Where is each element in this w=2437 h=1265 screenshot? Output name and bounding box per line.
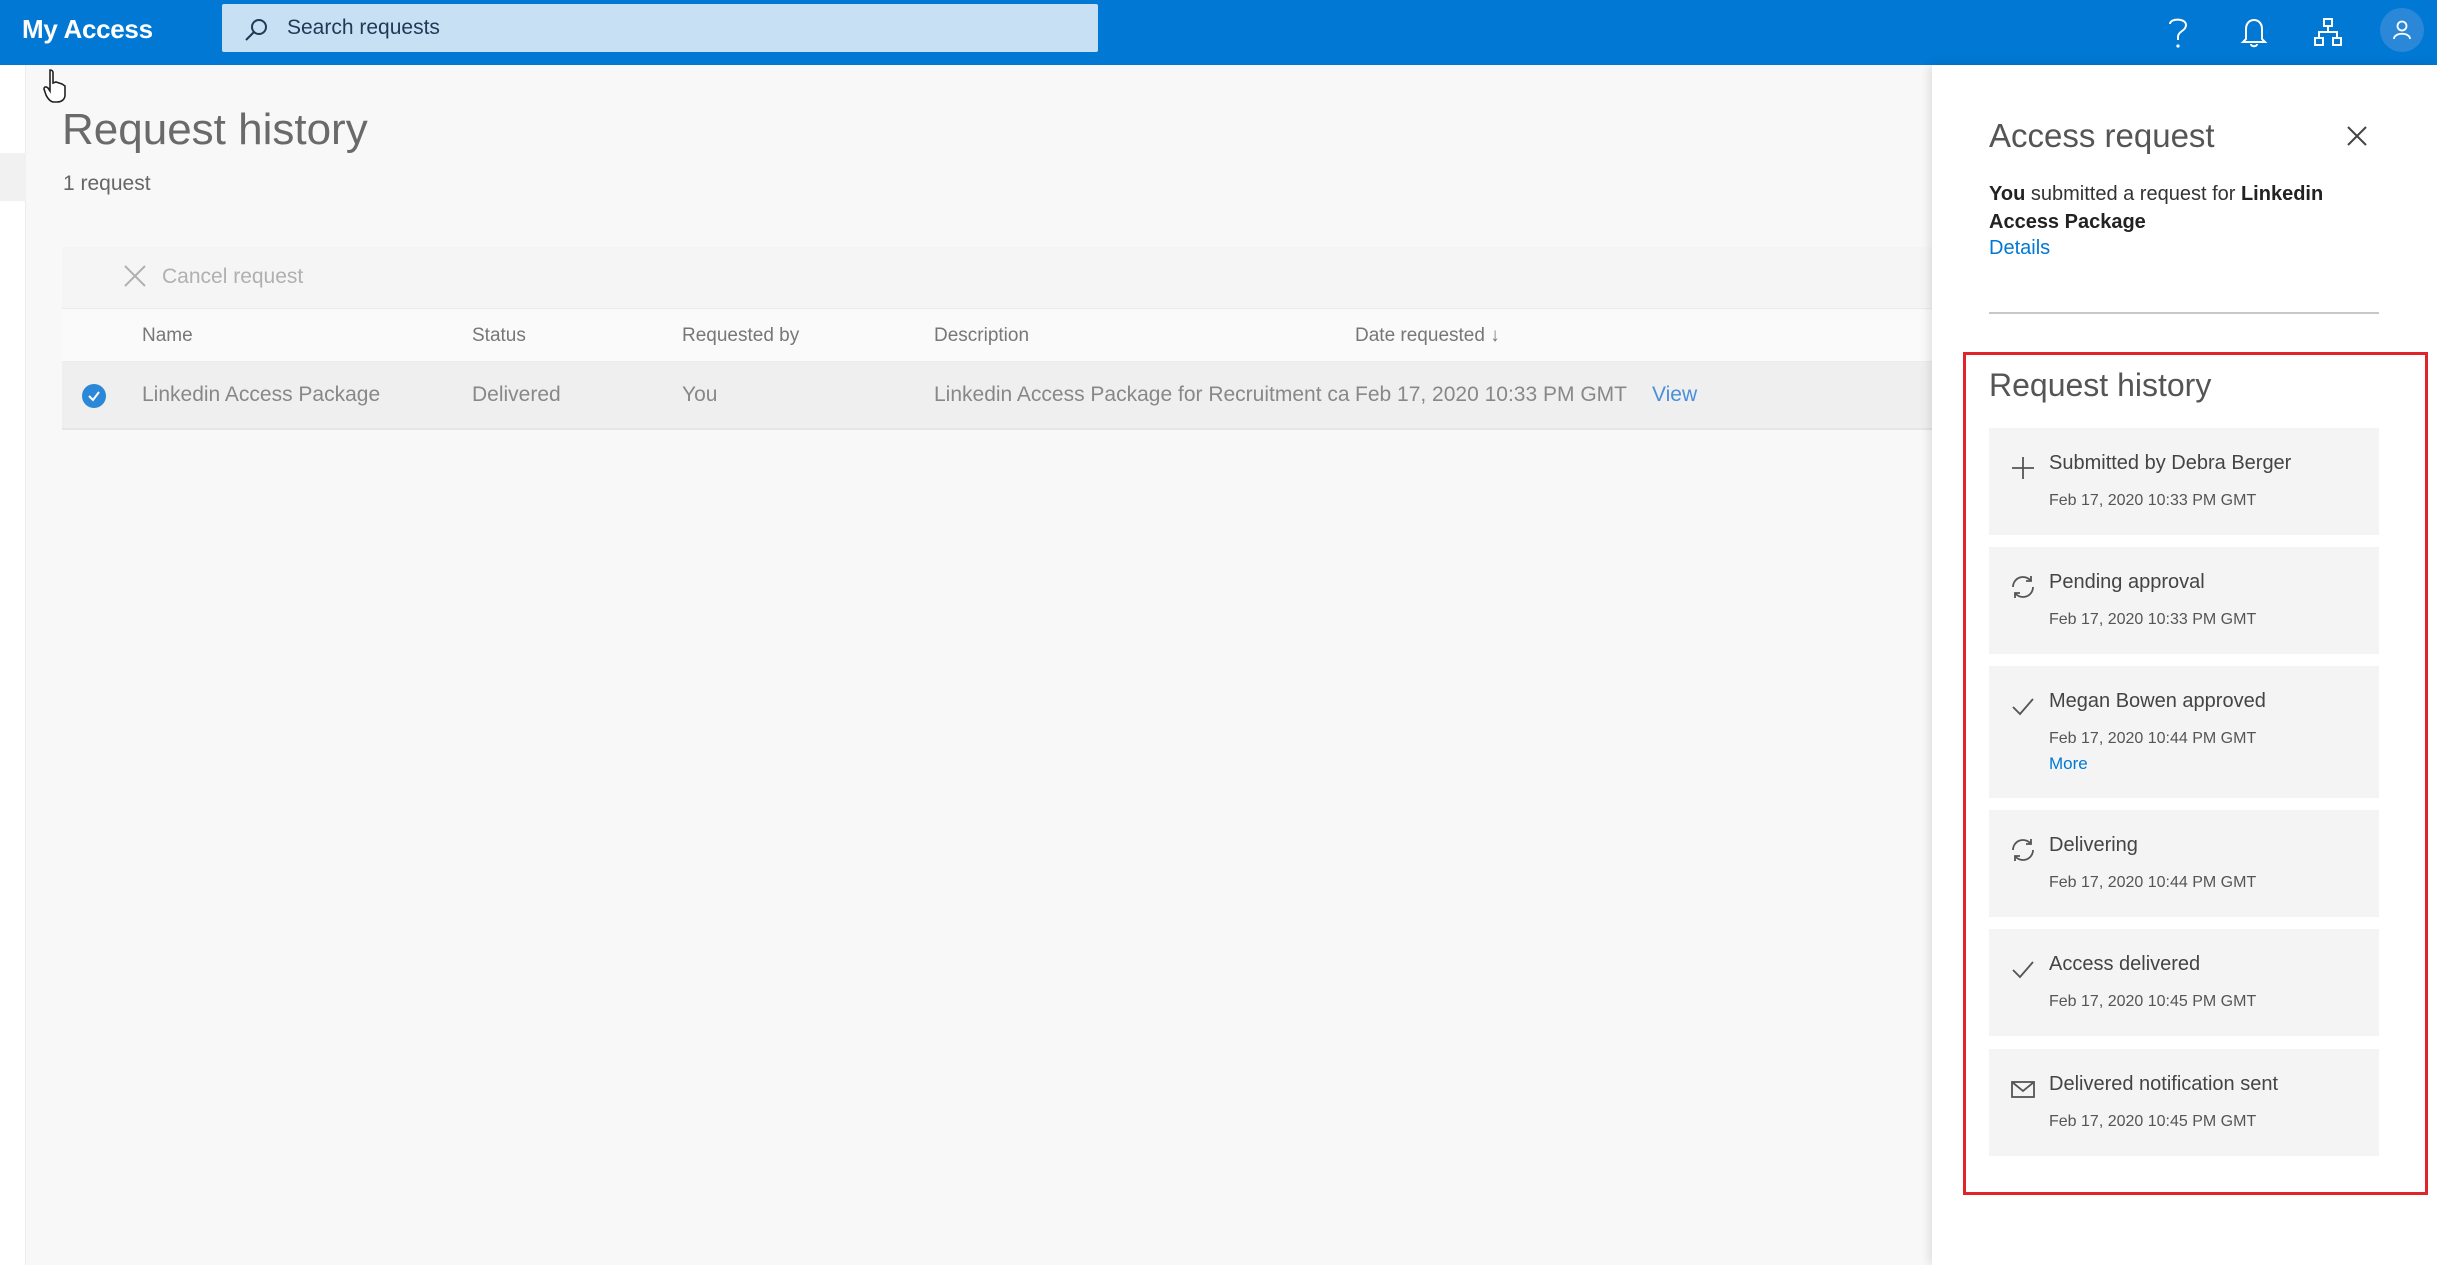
history-time: Feb 17, 2020 10:33 PM GMT [2049,492,2257,509]
history-label: Pending approval [2049,571,2205,593]
sync-icon [2012,576,2034,598]
history-item: Access delivered Feb 17, 2020 10:45 PM G… [1989,929,2379,1036]
org-chart-icon[interactable] [2308,12,2348,52]
history-item: Delivering Feb 17, 2020 10:44 PM GMT [1989,810,2379,917]
column-header-status[interactable]: Status [472,325,526,347]
table-row[interactable]: Linkedin Access Package Delivered You Li… [62,362,1932,430]
history-time: Feb 17, 2020 10:33 PM GMT [2049,611,2257,628]
request-count: 1 request [63,172,151,195]
sync-icon [2012,839,2034,861]
row-selected-check-icon[interactable] [82,384,106,408]
cancel-request-label: Cancel request [162,265,304,288]
cell-description: Linkedin Access Package for Recruitment … [934,383,1350,406]
history-label: Delivering [2049,834,2138,856]
close-icon [124,265,146,287]
details-link[interactable]: Details [1989,237,2050,260]
column-header-date[interactable]: Date requested ↓ [1355,325,1500,347]
cell-date: Feb 17, 2020 10:33 PM GMT [1355,383,1627,406]
desc-requester: You [1989,183,2026,205]
top-bar: My Access Search requests [0,0,2437,65]
search-icon [245,19,267,41]
history-title: Request history [1989,367,2212,403]
cancel-request-button[interactable]: Cancel request [124,265,304,289]
table-header: Name Status Requested by Description Dat… [62,310,1932,362]
check-icon [2012,961,2034,979]
column-header-requested-by[interactable]: Requested by [682,325,799,347]
history-time: Feb 17, 2020 10:44 PM GMT [2049,874,2257,891]
cell-requested-by: You [682,383,718,406]
check-icon [2012,698,2034,716]
history-item: Submitted by Debra Berger Feb 17, 2020 1… [1989,428,2379,535]
app-title[interactable]: My Access [22,14,153,45]
history-item: Pending approval Feb 17, 2020 10:33 PM G… [1989,547,2379,654]
history-label: Megan Bowen approved [2049,690,2266,712]
history-more-link[interactable]: More [2049,754,2088,774]
panel-description: You submitted a request for Linkedin Acc… [1989,180,2369,236]
mail-icon [2011,1081,2035,1098]
column-header-description[interactable]: Description [934,325,1029,347]
history-label: Access delivered [2049,953,2201,975]
left-nav-selected-item[interactable] [0,153,26,201]
column-header-name[interactable]: Name [142,325,193,347]
search-box[interactable]: Search requests [222,4,1098,52]
hand-cursor-icon [43,69,66,103]
panel-divider [1989,312,2379,314]
history-time: Feb 17, 2020 10:45 PM GMT [2049,1113,2257,1130]
history-item: Megan Bowen approved Feb 17, 2020 10:44 … [1989,666,2379,798]
cell-status: Delivered [472,383,561,406]
history-time: Feb 17, 2020 10:44 PM GMT [2049,730,2257,747]
command-bar: Cancel request [62,247,1932,309]
left-nav [0,65,26,1265]
cell-name: Linkedin Access Package [142,383,381,406]
view-link[interactable]: View [1652,383,1697,407]
plus-icon [2012,457,2034,479]
history-time: Feb 17, 2020 10:45 PM GMT [2049,993,2257,1010]
bell-icon[interactable] [2234,12,2274,52]
requests-table: Name Status Requested by Description Dat… [62,310,1932,430]
history-label: Delivered notification sent [2049,1073,2279,1095]
help-icon[interactable] [2158,12,2198,52]
history-item: Delivered notification sent Feb 17, 2020… [1989,1049,2379,1156]
page-title: Request history [62,105,368,154]
search-input[interactable]: Search requests [287,16,440,40]
close-icon[interactable] [2342,121,2372,151]
user-avatar-icon[interactable] [2380,8,2424,52]
desc-text: submitted a request for [2025,183,2241,205]
history-label: Submitted by Debra Berger [2049,452,2292,474]
access-request-panel: Access request You submitted a request f… [1932,65,2437,1265]
panel-title: Access request [1989,117,2215,154]
